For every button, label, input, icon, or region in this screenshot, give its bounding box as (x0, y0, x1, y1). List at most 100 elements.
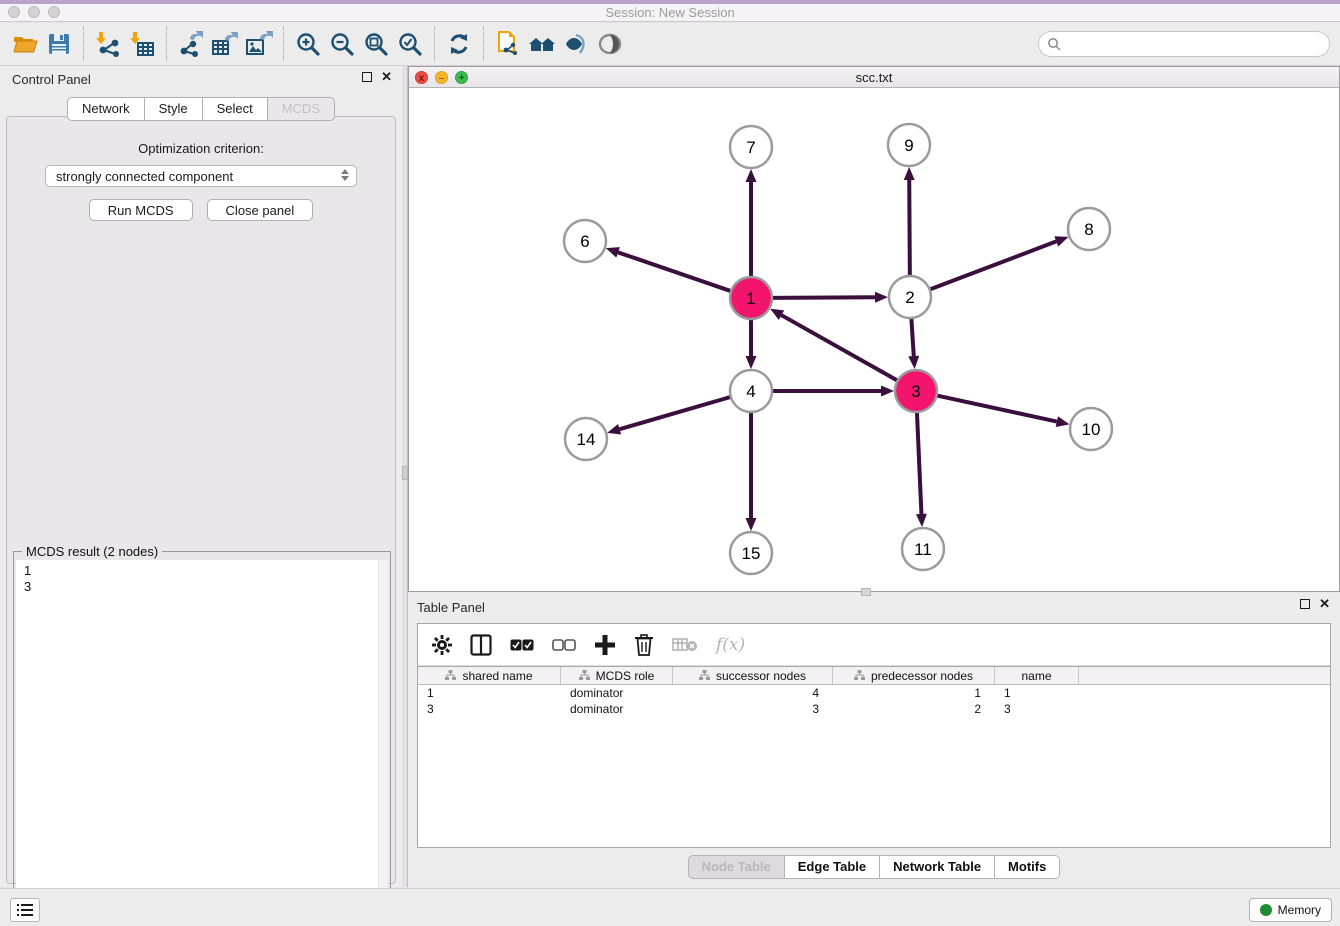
graph-node-14[interactable]: 14 (565, 418, 607, 460)
graph-node-7[interactable]: 7 (730, 126, 772, 168)
zoom-in-icon[interactable] (291, 28, 325, 60)
network-canvas[interactable]: 7 9 6 8 1 2 4 3 14 10 15 11 (409, 89, 1339, 591)
optimization-criterion-dropdown[interactable]: strongly connected component (45, 165, 357, 187)
graph-node-2[interactable]: 2 (889, 276, 931, 318)
close-panel-icon[interactable]: ✕ (381, 72, 392, 82)
graph-edge-4-15[interactable] (746, 412, 757, 531)
table-cell[interactable]: 3 (418, 701, 561, 717)
import-table-icon[interactable] (125, 28, 159, 60)
table-settings-icon[interactable] (432, 635, 452, 655)
graph-node-4[interactable]: 4 (730, 370, 772, 412)
add-column-icon[interactable] (594, 634, 616, 656)
deselect-all-icon[interactable] (552, 639, 576, 651)
main-toolbar (0, 23, 1340, 66)
select-all-icon[interactable] (510, 639, 534, 651)
search-input[interactable] (1061, 37, 1321, 52)
graph-edge-1-6[interactable] (606, 247, 731, 291)
column-header-name[interactable]: name (995, 667, 1079, 684)
graph-node-9[interactable]: 9 (888, 124, 930, 166)
import-network-icon[interactable] (91, 28, 125, 60)
table-row[interactable]: 1dominator411 (418, 685, 1330, 701)
table-cell[interactable]: 1 (418, 685, 561, 701)
graph-node-3[interactable]: 3 (895, 370, 937, 412)
tab-node-table[interactable]: Node Table (688, 855, 785, 879)
graph-edge-1-7[interactable] (746, 169, 757, 277)
run-mcds-button[interactable]: Run MCDS (89, 199, 193, 221)
tab-select[interactable]: Select (203, 97, 268, 121)
network-title: scc.txt (409, 70, 1339, 85)
graph-node-6[interactable]: 6 (564, 220, 606, 262)
export-network-icon[interactable] (174, 28, 208, 60)
memory-button[interactable]: Memory (1249, 898, 1332, 922)
graph-edge-3-10[interactable] (937, 395, 1070, 426)
export-image-icon[interactable] (242, 28, 276, 60)
column-label: predecessor nodes (871, 669, 973, 683)
svg-text:15: 15 (742, 544, 761, 563)
svg-text:6: 6 (580, 232, 589, 251)
table-body: 1dominator4113dominator323 (418, 685, 1330, 717)
graph-edge-4-3[interactable] (772, 386, 894, 397)
tab-mcds[interactable]: MCDS (268, 97, 335, 121)
graph-edge-2-3[interactable] (908, 318, 919, 369)
graph-edge-1-4[interactable] (746, 319, 757, 369)
tab-network[interactable]: Network (67, 97, 145, 121)
zoom-out-icon[interactable] (325, 28, 359, 60)
column-layout-icon[interactable] (470, 634, 492, 656)
network-table-splitter-handle[interactable] (861, 588, 871, 596)
table-cell[interactable]: dominator (561, 701, 673, 717)
apply-function-icon[interactable]: f(x) (716, 635, 745, 655)
column-header-predecessor-nodes[interactable]: predecessor nodes (833, 667, 995, 684)
column-type-icon (579, 670, 590, 681)
open-session-icon[interactable] (8, 28, 42, 60)
search-icon (1047, 37, 1061, 51)
show-all-icon[interactable] (593, 28, 627, 60)
first-neighbors-icon[interactable] (525, 28, 559, 60)
table-cell[interactable]: 1 (995, 685, 1079, 701)
graph-node-11[interactable]: 11 (902, 528, 944, 570)
column-header-shared-name[interactable]: shared name (418, 667, 561, 684)
zoom-selected-icon[interactable] (393, 28, 427, 60)
table-cell[interactable]: 2 (833, 701, 995, 717)
svg-text:14: 14 (577, 430, 596, 449)
result-scrollbar[interactable] (378, 560, 388, 926)
delete-table-icon[interactable] (672, 637, 698, 653)
clone-network-icon[interactable] (491, 28, 525, 60)
graph-edge-3-1[interactable] (770, 309, 898, 381)
graph-edge-3-11[interactable] (916, 412, 927, 527)
column-header-mcds-role[interactable]: MCDS role (561, 667, 673, 684)
status-bar: Memory (0, 888, 1340, 926)
graph-node-15[interactable]: 15 (730, 532, 772, 574)
refresh-layout-icon[interactable] (442, 28, 476, 60)
tab-network-table[interactable]: Network Table (880, 855, 995, 879)
table-row[interactable]: 3dominator323 (418, 701, 1330, 717)
graph-edge-1-2[interactable] (772, 292, 888, 303)
export-table-icon[interactable] (208, 28, 242, 60)
float-panel-icon[interactable] (362, 72, 372, 82)
mcds-result-text[interactable]: 1 3 (16, 560, 378, 926)
close-panel-button[interactable]: Close panel (207, 199, 314, 221)
table-cell[interactable]: dominator (561, 685, 673, 701)
task-history-button[interactable] (10, 898, 40, 922)
float-table-panel-icon[interactable] (1300, 599, 1310, 609)
graph-node-1[interactable]: 1 (730, 277, 772, 319)
close-table-panel-icon[interactable]: ✕ (1319, 599, 1330, 609)
column-header-successor-nodes[interactable]: successor nodes (673, 667, 833, 684)
save-session-icon[interactable] (42, 28, 76, 60)
toolbar-separator (83, 27, 84, 61)
delete-column-icon[interactable] (634, 634, 654, 656)
tab-style[interactable]: Style (145, 97, 203, 121)
table-cell[interactable]: 3 (995, 701, 1079, 717)
zoom-fit-icon[interactable] (359, 28, 393, 60)
show-hide-graphics-icon[interactable] (559, 28, 593, 60)
graph-edge-2-8[interactable] (930, 236, 1069, 289)
graph-node-10[interactable]: 10 (1070, 408, 1112, 450)
graph-edge-4-14[interactable] (607, 397, 731, 435)
column-type-icon (699, 670, 710, 681)
graph-edge-2-9[interactable] (904, 167, 915, 276)
tab-motifs[interactable]: Motifs (995, 855, 1060, 879)
table-cell[interactable]: 1 (833, 685, 995, 701)
graph-node-8[interactable]: 8 (1068, 208, 1110, 250)
table-cell[interactable]: 4 (673, 685, 833, 701)
table-cell[interactable]: 3 (673, 701, 833, 717)
tab-edge-table[interactable]: Edge Table (785, 855, 880, 879)
